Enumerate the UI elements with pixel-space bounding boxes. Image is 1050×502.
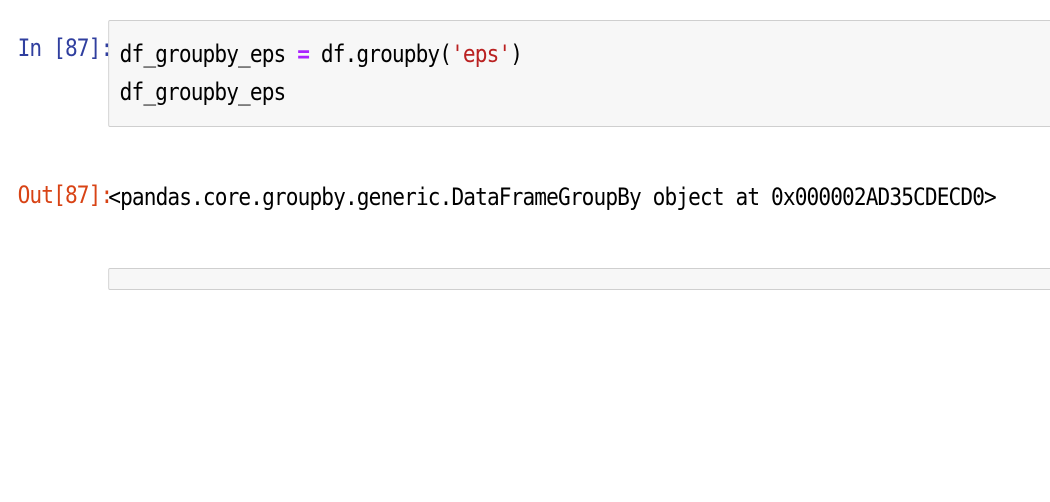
code-token-operator: = <box>297 40 309 68</box>
code-input[interactable]: df_groupby_eps = df.groupby('eps') df_gr… <box>108 20 1050 127</box>
empty-code-input[interactable] <box>108 268 1050 290</box>
code-token: df_groupby_eps <box>120 78 286 106</box>
output-text: <pandas.core.groupby.generic.DataFrameGr… <box>108 167 1050 229</box>
out-prompt: Out[87]: <box>18 167 109 209</box>
in-prompt: In [87]: <box>18 20 109 62</box>
empty-prompt <box>18 268 109 282</box>
code-token-string: 'eps' <box>451 40 510 68</box>
output-cell: Out[87]: <pandas.core.groupby.generic.Da… <box>18 167 1050 229</box>
input-cell: In [87]: df_groupby_eps = df.groupby('ep… <box>18 20 1050 127</box>
next-input-cell <box>18 268 1050 290</box>
code-token: ) <box>510 40 522 68</box>
code-token: df_groupby_eps <box>120 40 298 68</box>
code-token: df.groupby( <box>309 40 451 68</box>
